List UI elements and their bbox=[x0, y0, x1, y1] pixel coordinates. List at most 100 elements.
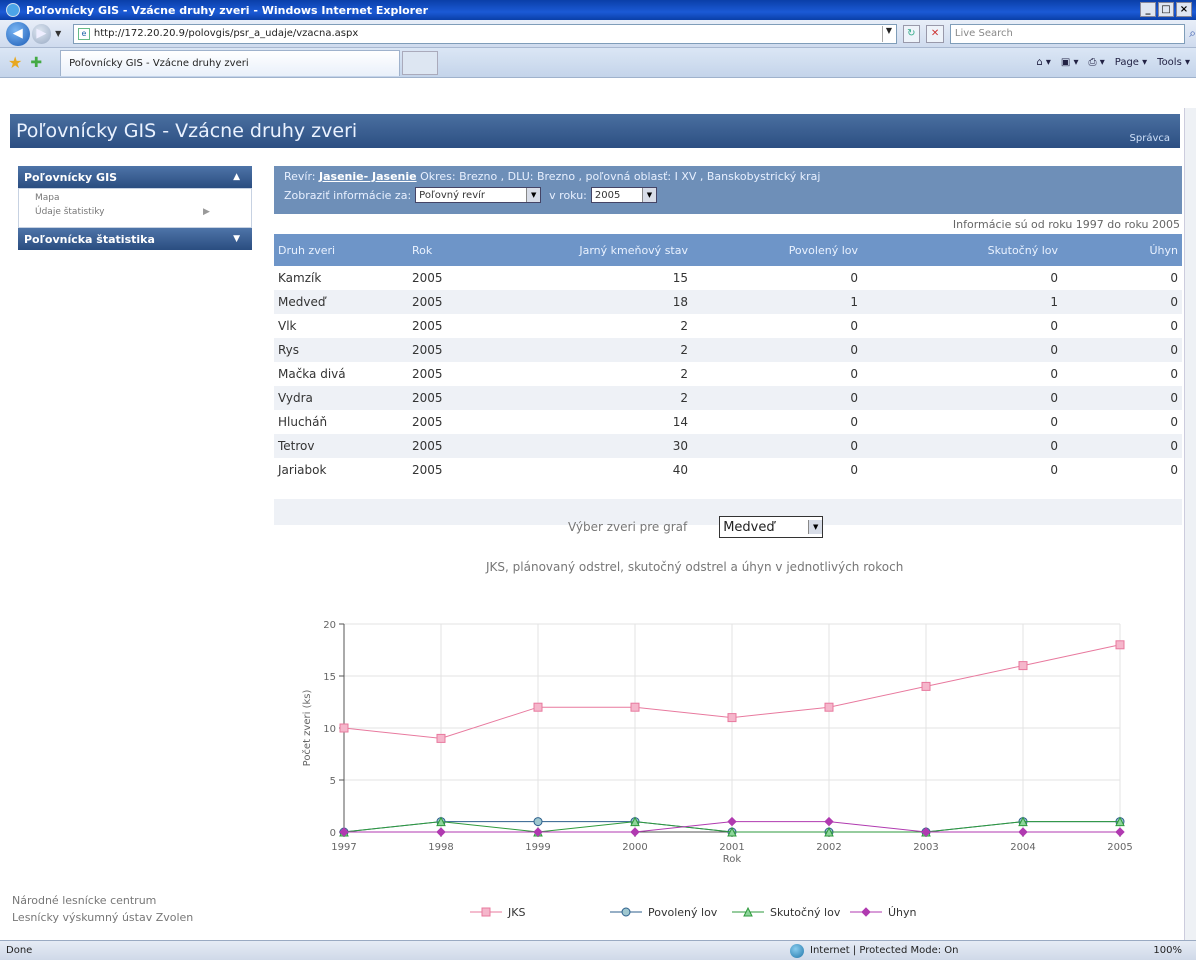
table-row: Jariabok 2005 40 0 0 0 bbox=[274, 458, 1182, 482]
print-icon[interactable]: ⎙ ▾ bbox=[1089, 57, 1105, 68]
table-cell: 0 bbox=[1078, 434, 1182, 458]
security-zone[interactable]: Internet | Protected Mode: On bbox=[790, 943, 958, 958]
table-row: Mačka divá 2005 2 0 0 0 bbox=[274, 362, 1182, 386]
forward-button[interactable]: ▶ bbox=[31, 23, 52, 44]
sidebar-item-mapa[interactable]: Mapa bbox=[35, 193, 235, 207]
page-content: Poľovnícky GIS - Vzácne druhy zveri Sprá… bbox=[0, 108, 1184, 940]
table-cell: 2005 bbox=[408, 386, 488, 410]
page-icon: e bbox=[77, 27, 90, 40]
collapse-arrow-icon[interactable]: ▲ bbox=[233, 172, 240, 182]
data-point bbox=[1115, 827, 1125, 837]
address-bar[interactable]: e http://172.20.20.9/polovgis/psr_a_udaj… bbox=[72, 23, 897, 44]
column-header[interactable]: Jarný kmeňový stav bbox=[488, 234, 708, 266]
x-tick-label: 2003 bbox=[913, 842, 938, 853]
vertical-scrollbar[interactable] bbox=[1184, 108, 1196, 940]
revir-link[interactable]: Jasenie- Jasenie bbox=[319, 170, 417, 183]
minimize-button[interactable]: _ bbox=[1140, 2, 1156, 17]
years-note: Informácie sú od roku 1997 do roku 2005 bbox=[952, 218, 1180, 231]
sidebar-section-statistika[interactable]: Poľovnícka štatistika ▼ bbox=[18, 228, 252, 250]
search-icon[interactable]: ⌕ bbox=[1189, 26, 1196, 41]
footer-organization: Národné lesnícke centrum Lesnícky výskum… bbox=[12, 892, 193, 926]
data-point bbox=[436, 827, 446, 837]
table-row: Vydra 2005 2 0 0 0 bbox=[274, 386, 1182, 410]
submenu-arrow-icon: ▶ bbox=[203, 207, 210, 217]
sidebar-section-gis[interactable]: Poľovnícky GIS ▲ bbox=[18, 166, 252, 188]
info-panel: Revír: Jasenie- Jasenie Okres: Brezno , … bbox=[274, 166, 1182, 214]
history-dropdown-icon[interactable]: ▼ bbox=[55, 29, 67, 38]
y-tick-label: 0 bbox=[330, 828, 336, 839]
sidebar-section-title: Poľovnícky GIS bbox=[24, 170, 118, 184]
admin-link[interactable]: Správca bbox=[1130, 133, 1170, 144]
status-bar: Done Internet | Protected Mode: On 100% bbox=[0, 940, 1196, 960]
table-cell: 0 bbox=[1170, 319, 1178, 333]
table-row: Kamzík 2005 15 0 0 0 bbox=[274, 266, 1182, 290]
table-cell: Vlk bbox=[278, 319, 297, 333]
table-row: Medveď 2005 18 1 1 0 bbox=[274, 290, 1182, 314]
data-point bbox=[533, 702, 543, 712]
legend-label: Úhyn bbox=[888, 906, 917, 919]
favorites-star-icon[interactable]: ★ bbox=[8, 53, 22, 72]
tools-menu[interactable]: Tools ▾ bbox=[1157, 57, 1190, 68]
table-cell: 0 bbox=[1050, 463, 1058, 477]
zoom-level[interactable]: 100% bbox=[1153, 945, 1182, 956]
table-cell: 2 bbox=[488, 386, 708, 410]
x-tick-label: 1998 bbox=[428, 842, 453, 853]
page-menu[interactable]: Page ▾ bbox=[1115, 57, 1147, 68]
table-cell: Vydra bbox=[274, 386, 408, 410]
table-cell: 2005 bbox=[412, 319, 443, 333]
scope-select[interactable]: Poľovný revír ▼ bbox=[415, 187, 542, 203]
command-bar: ⌂ ▾ ▣ ▾ ⎙ ▾ Page ▾ Tools ▾ bbox=[1036, 57, 1196, 68]
search-input[interactable]: Live Search bbox=[949, 23, 1186, 44]
tab-current[interactable]: Poľovnícky GIS - Vzácne druhy zveri bbox=[60, 49, 401, 76]
tab-label: Poľovnícky GIS - Vzácne druhy zveri bbox=[69, 57, 249, 69]
address-dropdown-icon[interactable]: ▼ bbox=[881, 25, 896, 42]
chart-title: JKS, plánovaný odstrel, skutočný odstrel… bbox=[486, 560, 904, 574]
data-point bbox=[727, 713, 737, 723]
x-tick-label: 2005 bbox=[1107, 842, 1132, 853]
window-title: Poľovnícky GIS - Vzácne druhy zveri - Wi… bbox=[26, 3, 428, 17]
table-cell: 2 bbox=[488, 338, 708, 362]
column-header[interactable]: Úhyn bbox=[1078, 234, 1182, 266]
line-chart: 0 5 10 15 20 1997 1998 1999 2000 2001 2002 2003 2004… bbox=[301, 620, 1133, 919]
y-axis-label: Počet zveri (ks) bbox=[301, 690, 313, 767]
column-header[interactable]: Rok bbox=[408, 234, 488, 266]
ie-icon bbox=[6, 3, 20, 17]
home-icon[interactable]: ⌂ ▾ bbox=[1036, 57, 1051, 68]
column-header[interactable]: Skutočný lov bbox=[878, 234, 1078, 266]
table-cell: 2 bbox=[680, 367, 688, 381]
maximize-button[interactable]: □ bbox=[1158, 2, 1174, 17]
table-cell: 0 bbox=[1078, 338, 1182, 362]
data-point bbox=[339, 723, 349, 733]
x-tick-label: 2001 bbox=[719, 842, 744, 853]
table-cell: 0 bbox=[1050, 415, 1058, 429]
data-point bbox=[533, 817, 543, 827]
sidebar-item-udaje[interactable]: Údaje štatistiky ▶ bbox=[35, 207, 235, 221]
add-favorite-icon[interactable]: ✚ bbox=[30, 55, 42, 71]
expand-arrow-icon[interactable]: ▼ bbox=[233, 234, 240, 244]
legend-marker bbox=[621, 907, 631, 917]
new-tab-button[interactable] bbox=[402, 50, 439, 75]
column-header[interactable]: Druh zveri bbox=[274, 234, 408, 266]
table-cell: 0 bbox=[1050, 319, 1058, 333]
x-tick-label: 2000 bbox=[622, 842, 647, 853]
column-header[interactable]: Povolený lov bbox=[708, 234, 878, 266]
back-button[interactable]: ◀ bbox=[6, 21, 30, 46]
feeds-icon[interactable]: ▣ ▾ bbox=[1061, 57, 1079, 68]
table-cell: 2005 bbox=[408, 434, 488, 458]
table-cell: 0 bbox=[1050, 271, 1058, 285]
y-tick-label: 15 bbox=[323, 672, 336, 683]
chevron-down-icon: ▼ bbox=[808, 520, 823, 534]
data-point bbox=[436, 733, 446, 743]
close-button[interactable]: × bbox=[1176, 2, 1192, 17]
table-cell: 0 bbox=[1050, 367, 1058, 381]
year-select[interactable]: 2005 ▼ bbox=[590, 187, 657, 203]
tab-toolbar: ★ ✚ Poľovnícky GIS - Vzácne druhy zveri … bbox=[0, 48, 1196, 78]
table-cell: 15 bbox=[672, 271, 688, 285]
table-cell: 0 bbox=[1170, 415, 1178, 429]
stop-icon[interactable]: ✕ bbox=[926, 24, 944, 43]
table-cell: 0 bbox=[708, 434, 878, 458]
animal-select[interactable]: Medveď ▼ bbox=[719, 516, 824, 538]
refresh-icon[interactable]: ↻ bbox=[902, 24, 921, 43]
table-cell: 40 bbox=[672, 463, 688, 477]
window-titlebar: Poľovnícky GIS - Vzácne druhy zveri - Wi… bbox=[0, 0, 1196, 20]
